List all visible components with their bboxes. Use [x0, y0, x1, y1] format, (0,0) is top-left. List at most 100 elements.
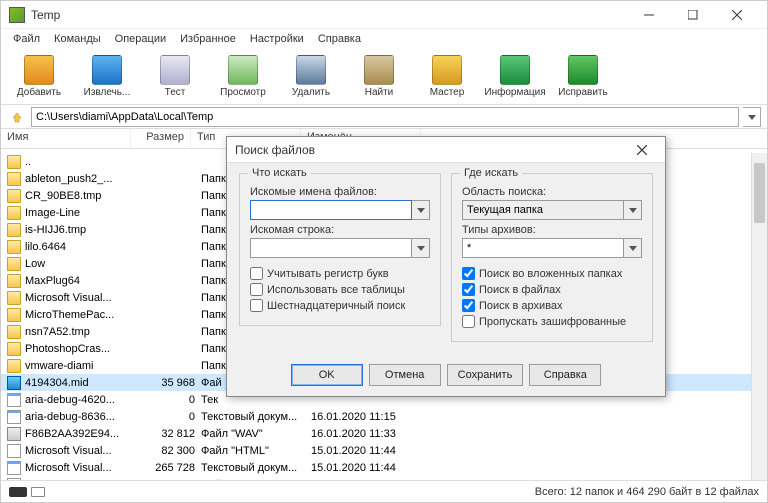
password-icon[interactable] — [9, 487, 27, 497]
chk-archives[interactable]: Поиск в архивах — [462, 299, 642, 312]
cancel-button[interactable]: Отмена — [369, 364, 441, 386]
folder-icon — [7, 359, 21, 373]
table-row[interactable]: Microsoft Visual...265 728Текстовый доку… — [1, 459, 767, 476]
cell-type: Текстовый докум... — [195, 411, 305, 423]
cell-name: Image-Line — [25, 207, 135, 219]
col-size[interactable]: Размер — [131, 129, 191, 148]
types-dropdown[interactable] — [624, 238, 642, 258]
cell-name: vmware-diami — [25, 360, 135, 372]
string-dropdown[interactable] — [412, 238, 430, 258]
cell-mod: 16.01.2020 11:15 — [305, 411, 425, 423]
cell-name: MaxPlug64 — [25, 275, 135, 287]
tool-5[interactable]: Найти — [349, 55, 409, 98]
menubar: Файл Команды Операции Избранное Настройк… — [1, 29, 767, 49]
titlebar: Temp — [1, 1, 767, 29]
menu-commands[interactable]: Команды — [48, 31, 107, 47]
cell-name: Microsoft Visual... — [25, 445, 135, 457]
tool-label: Добавить — [17, 87, 61, 98]
tool-8[interactable]: Исправить — [553, 55, 613, 98]
table-row[interactable]: Microsoft Visual...82 300Файл "HTML"15.0… — [1, 442, 767, 459]
dialog-buttons: OK Отмена Сохранить Справка — [227, 358, 665, 396]
scrollbar-thumb[interactable] — [754, 163, 765, 223]
chk-subfolders[interactable]: Поиск во вложенных папках — [462, 267, 642, 280]
cell-name: 4194304.mid — [25, 377, 135, 389]
find-dialog: Поиск файлов Что искать Искомые имена фа… — [226, 136, 666, 397]
ok-button[interactable]: OK — [291, 364, 363, 386]
cell-size: 35 968 — [135, 377, 195, 389]
tool-icon — [432, 55, 462, 85]
cell-name: F86B2AA392E94... — [25, 428, 135, 440]
cell-mod: 15.01.2020 11:44 — [305, 462, 425, 474]
folder-icon — [7, 172, 21, 186]
path-input[interactable] — [31, 107, 739, 127]
folder-icon — [7, 155, 21, 169]
dialog-close-button[interactable] — [627, 137, 657, 163]
minimize-button[interactable] — [627, 1, 671, 29]
txt-icon — [7, 410, 21, 424]
save-button[interactable]: Сохранить — [447, 364, 524, 386]
group-what-title: Что искать — [248, 167, 311, 179]
tool-icon — [92, 55, 122, 85]
cell-name: Microsoft Visual... — [25, 292, 135, 304]
scope-dropdown[interactable] — [624, 200, 642, 220]
col-name[interactable]: Имя — [1, 129, 131, 148]
input-types[interactable] — [462, 238, 624, 258]
tool-0[interactable]: Добавить — [9, 55, 69, 98]
cell-name: PhotoshopCras... — [25, 343, 135, 355]
cell-name: ableton_push2_... — [25, 173, 135, 185]
folder-icon — [7, 342, 21, 356]
menu-operations[interactable]: Операции — [109, 31, 172, 47]
names-dropdown[interactable] — [412, 200, 430, 220]
maximize-button[interactable] — [671, 1, 715, 29]
tool-1[interactable]: Извлечь... — [77, 55, 137, 98]
cell-name: .. — [25, 156, 135, 168]
dll-icon — [7, 427, 21, 441]
chk-skip[interactable]: Пропускать зашифрованные — [462, 315, 642, 328]
txt-icon — [7, 393, 21, 407]
tool-label: Найти — [365, 87, 394, 98]
tool-icon — [568, 55, 598, 85]
menu-help[interactable]: Справка — [312, 31, 367, 47]
folder-icon — [7, 223, 21, 237]
chk-tables[interactable]: Использовать все таблицы — [250, 283, 430, 296]
folder-icon — [7, 206, 21, 220]
file-icon — [7, 444, 21, 458]
status-text: Всего: 12 папок и 464 290 байт в 12 файл… — [535, 486, 759, 498]
tool-2[interactable]: Тест — [145, 55, 205, 98]
cell-name: is-HIJJ6.tmp — [25, 224, 135, 236]
cell-type: Текстовый докум... — [195, 462, 305, 474]
app-icon — [9, 7, 25, 23]
tool-4[interactable]: Удалить — [281, 55, 341, 98]
chk-files[interactable]: Поиск в файлах — [462, 283, 642, 296]
menu-file[interactable]: Файл — [7, 31, 46, 47]
tool-7[interactable]: Информация — [485, 55, 545, 98]
input-scope[interactable] — [462, 200, 624, 220]
window-title: Temp — [31, 8, 627, 22]
input-names[interactable] — [250, 200, 412, 220]
help-button[interactable]: Справка — [529, 364, 601, 386]
input-string[interactable] — [250, 238, 412, 258]
menu-settings[interactable]: Настройки — [244, 31, 310, 47]
cell-size: 82 300 — [135, 445, 195, 457]
disk-icon[interactable] — [31, 487, 45, 497]
cell-size: 0 — [135, 394, 195, 406]
cell-name: Microsoft Visual... — [25, 462, 135, 474]
scrollbar[interactable] — [751, 153, 767, 480]
folder-icon — [7, 274, 21, 288]
table-row[interactable]: F86B2AA392E94...32 812Файл "WAV"16.01.20… — [1, 425, 767, 442]
menu-favorites[interactable]: Избранное — [174, 31, 242, 47]
txt-icon — [7, 461, 21, 475]
mid-icon — [7, 376, 21, 390]
up-button[interactable] — [7, 107, 27, 127]
tool-3[interactable]: Просмотр — [213, 55, 273, 98]
tool-icon — [500, 55, 530, 85]
cell-size: 265 728 — [135, 462, 195, 474]
tool-6[interactable]: Мастер — [417, 55, 477, 98]
cell-name: lilo.6464 — [25, 241, 135, 253]
table-row[interactable]: aria-debug-8636...0Текстовый докум...16.… — [1, 408, 767, 425]
chk-case[interactable]: Учитывать регистр букв — [250, 267, 430, 280]
cell-mod: 16.01.2020 11:33 — [305, 428, 425, 440]
chk-hex[interactable]: Шестнадцатеричный поиск — [250, 299, 430, 312]
path-dropdown[interactable] — [743, 107, 761, 127]
close-button[interactable] — [715, 1, 759, 29]
